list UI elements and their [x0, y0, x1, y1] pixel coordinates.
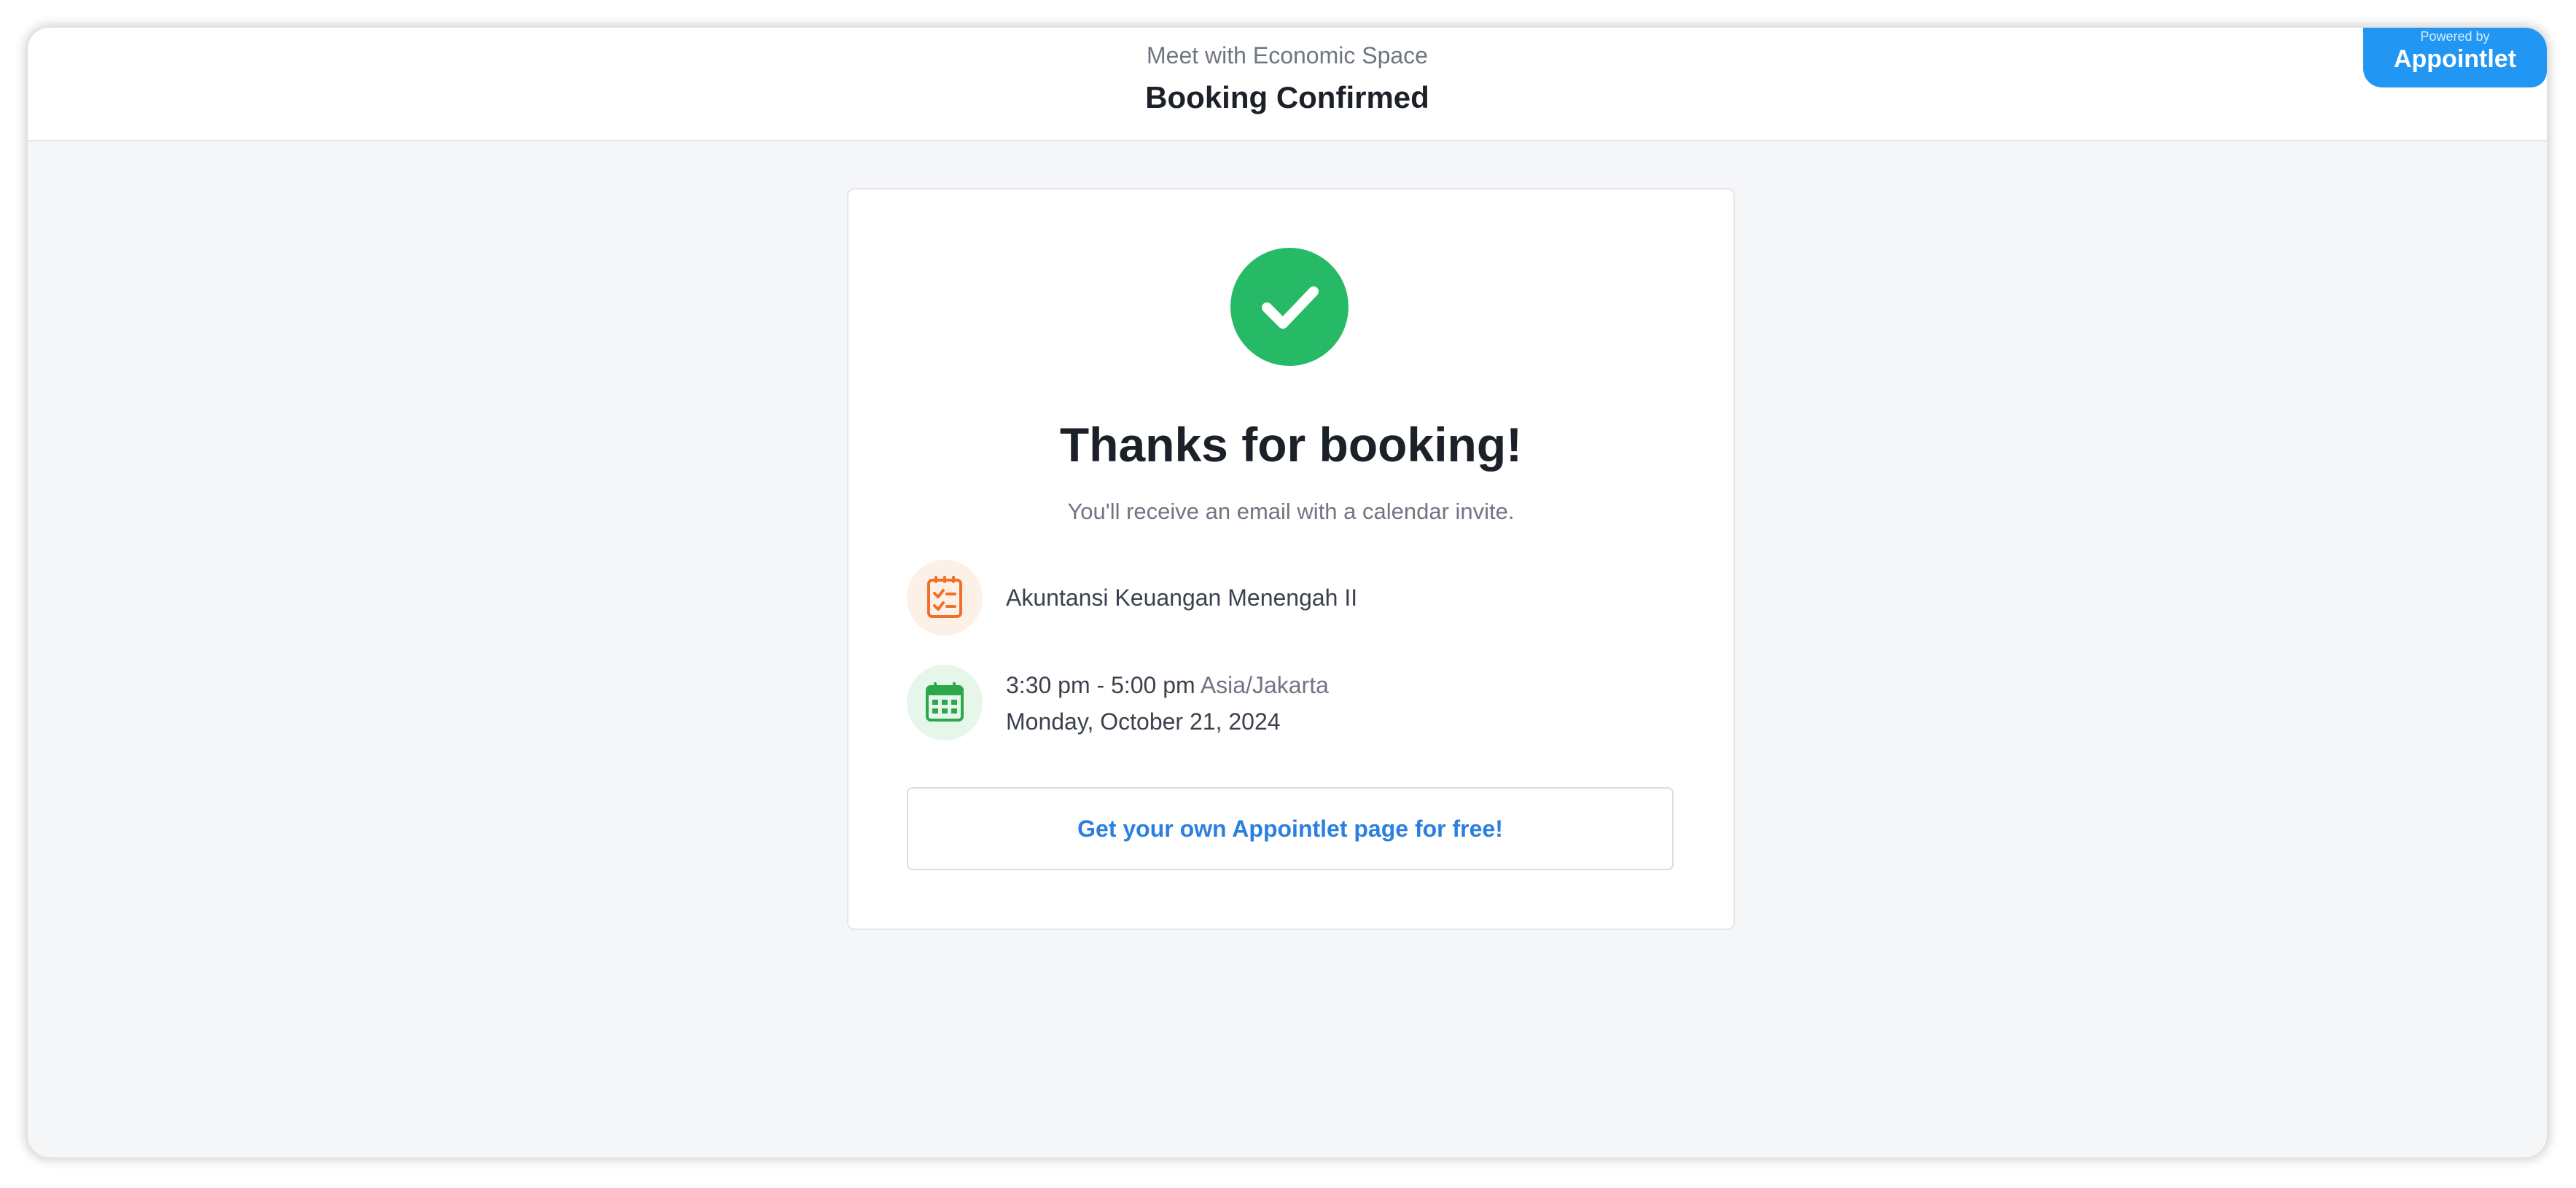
- time-value: 3:30 pm - 5:00 pm: [1006, 672, 1195, 698]
- clipboard-icon: [907, 560, 983, 636]
- header-subtitle: Meet with Economic Space: [1147, 42, 1428, 69]
- calendar-icon: [907, 665, 983, 740]
- confirmation-card: Thanks for booking! You'll receive an em…: [847, 188, 1735, 930]
- timezone: Asia/Jakarta: [1200, 672, 1329, 698]
- get-appointlet-button[interactable]: Get your own Appointlet page for free!: [907, 787, 1674, 870]
- event-name: Akuntansi Keuangan Menengah II: [1006, 585, 1358, 611]
- booking-window: Meet with Economic Space Booking Confirm…: [28, 28, 2547, 1157]
- powered-by-label: Powered by: [2420, 29, 2490, 44]
- check-circle-icon: [1230, 248, 1349, 366]
- event-date: Monday, October 21, 2024: [1006, 708, 1281, 735]
- brand-name: Appointlet: [2393, 45, 2517, 73]
- powered-by-badge[interactable]: Powered by Appointlet: [2363, 28, 2547, 87]
- page-header: Meet with Economic Space Booking Confirm…: [28, 28, 2547, 141]
- email-note: You'll receive an email with a calendar …: [1067, 499, 1515, 524]
- thanks-heading: Thanks for booking!: [1059, 418, 1523, 472]
- time-range: 3:30 pm - 5:00 pm Asia/Jakarta: [1006, 672, 1329, 699]
- page-title: Booking Confirmed: [1145, 80, 1429, 114]
